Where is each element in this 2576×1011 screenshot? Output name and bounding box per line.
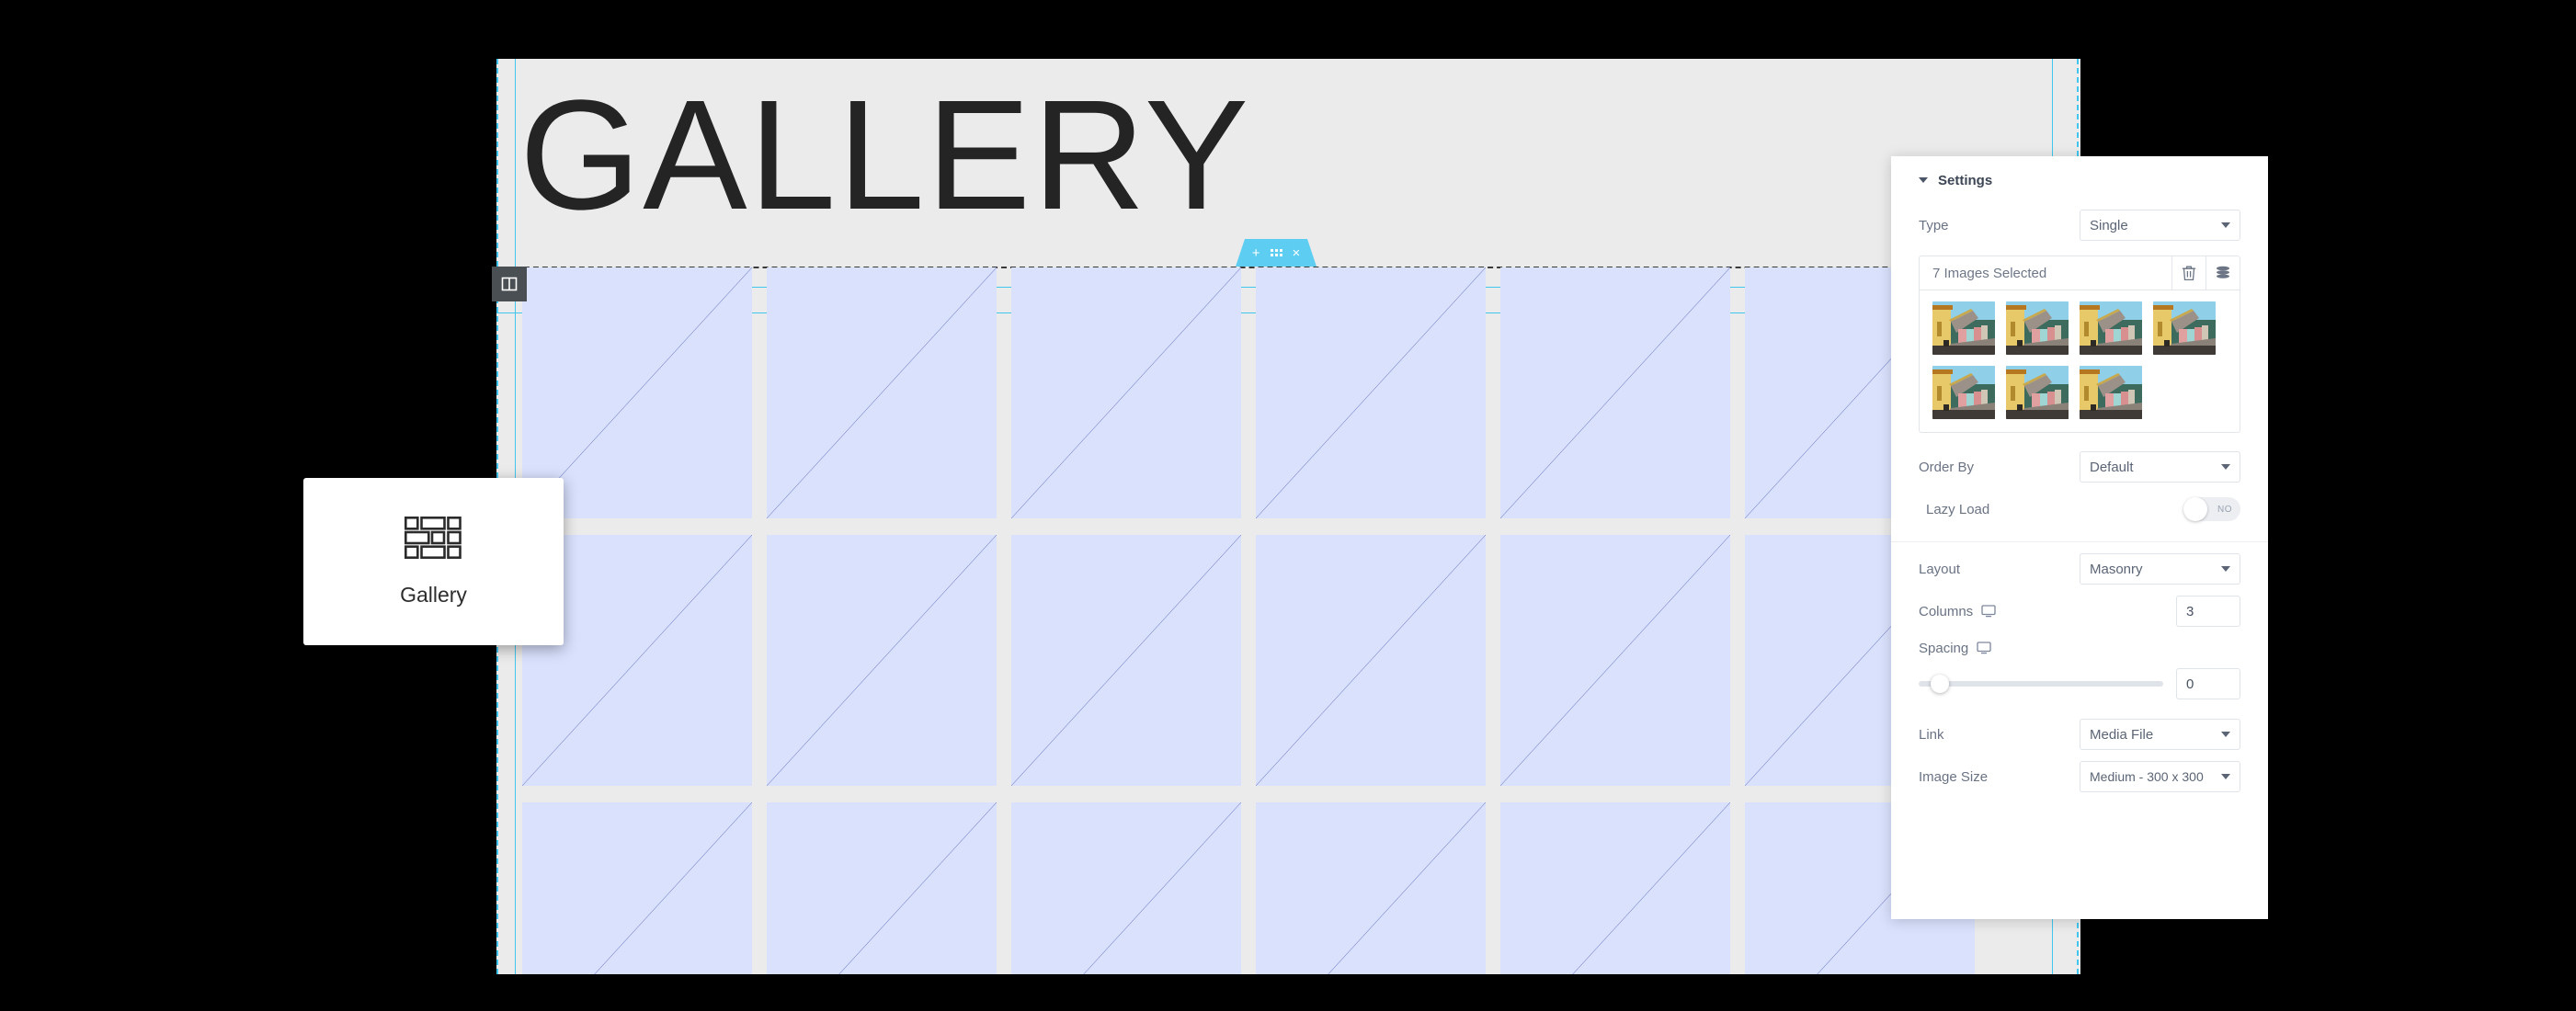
media-thumbnail-list[interactable] [1920,290,2236,432]
link-label: Link [1919,726,1944,743]
columns-icon [501,277,518,291]
gallery-image-placeholder[interactable] [522,802,752,974]
layout-label: Layout [1919,561,1961,577]
chevron-down-icon [2221,774,2230,779]
link-select-value: Media File [2090,726,2154,743]
media-thumbnail[interactable] [1932,301,1995,355]
media-picker-header: 7 Images Selected [1920,256,2240,290]
chevron-down-icon [2221,566,2230,572]
row-link: Link Media File [1891,713,2268,755]
gallery-grid[interactable] [522,267,2080,974]
media-thumbnail[interactable] [2080,301,2142,355]
spacing-label: Spacing [1919,640,1969,656]
media-count-label: 7 Images Selected [1932,265,2047,281]
spacing-slider-row: 0 [1891,664,2268,704]
gallery-image-placeholder[interactable] [767,267,997,518]
layout-select-value: Masonry [2090,561,2143,577]
hero-section[interactable]: GALLERY [496,59,2080,252]
media-delete-button[interactable] [2171,256,2206,290]
type-label: Type [1919,217,1949,233]
chevron-down-icon [2221,732,2230,737]
media-thumbnail[interactable] [2080,366,2142,419]
gallery-image-placeholder[interactable] [1500,535,1730,786]
spacing-input[interactable]: 0 [2176,668,2240,699]
gallery-image-placeholder[interactable] [1256,267,1486,518]
columns-input-value: 3 [2186,603,2194,619]
row-type: Type Single [1891,204,2268,246]
gallery-grid-row [522,802,2080,974]
media-picker[interactable]: 7 Images Selected [1919,256,2240,433]
row-columns: Columns 3 [1891,590,2268,632]
drag-section-icon[interactable] [1270,249,1282,256]
widget-card-label: Gallery [400,582,467,607]
gallery-masonry-icon [404,516,462,559]
section-toolbar[interactable]: + × [1236,239,1316,267]
monitor-icon[interactable] [1981,605,1996,618]
row-spacing: Spacing [1891,632,2268,664]
gallery-image-placeholder[interactable] [1011,267,1241,518]
gallery-image-placeholder[interactable] [1011,802,1241,974]
gallery-grid-row [522,267,2080,518]
media-thumbnail[interactable] [2006,366,2069,419]
order-by-label: Order By [1919,459,1975,475]
row-image-size: Image Size Medium - 300 x 300 [1891,755,2268,798]
row-order-by: Order By Default [1891,446,2268,488]
settings-panel-header[interactable]: Settings [1891,156,2268,204]
editor-canvas[interactable]: GALLERY [496,59,2080,974]
panel-divider [1891,541,2268,542]
close-section-icon[interactable]: × [1293,246,1301,260]
slider-knob[interactable] [1931,675,1950,693]
lazy-load-label: Lazy Load [1926,501,1990,517]
settings-panel-title: Settings [1938,172,1993,188]
gallery-image-placeholder[interactable] [767,535,997,786]
lazy-load-toggle-value: NO [2217,504,2232,515]
image-size-select[interactable]: Medium - 300 x 300 [2080,761,2240,792]
gallery-image-placeholder[interactable] [767,802,997,974]
media-thumbnail[interactable] [2006,301,2069,355]
order-by-select-value: Default [2090,459,2134,475]
chevron-down-icon [2221,464,2230,470]
gallery-grid-row [522,535,2080,786]
media-gallery-button[interactable] [2206,256,2240,290]
type-select-value: Single [2090,217,2128,233]
gallery-image-placeholder[interactable] [1500,802,1730,974]
chevron-down-icon[interactable] [1919,177,1928,183]
gallery-widget-card[interactable]: Gallery [303,478,564,645]
link-select[interactable]: Media File [2080,719,2240,750]
image-size-select-value: Medium - 300 x 300 [2090,769,2204,784]
row-lazy-load: Lazy Load NO [1891,488,2268,530]
stack-icon [2217,266,2229,278]
gallery-image-placeholder[interactable] [1500,267,1730,518]
page-title: GALLERY [519,68,1251,243]
columns-label: Columns [1919,603,1974,619]
trash-icon [2182,266,2196,281]
media-thumbnail[interactable] [1932,366,1995,419]
row-layout: Layout Masonry [1891,548,2268,590]
columns-input[interactable]: 3 [2176,596,2240,627]
layout-select[interactable]: Masonry [2080,553,2240,585]
gallery-image-placeholder[interactable] [1011,535,1241,786]
gallery-image-placeholder[interactable] [1256,802,1486,974]
settings-panel[interactable]: Settings Type Single 7 Images Selected O… [1891,156,2268,919]
monitor-icon[interactable] [1977,642,1991,654]
add-section-icon[interactable]: + [1252,246,1260,260]
spacing-input-value: 0 [2186,676,2194,692]
media-thumbnail[interactable] [2153,301,2216,355]
chevron-down-icon [2221,222,2230,228]
spacing-slider[interactable] [1919,675,2163,693]
toggle-knob [2183,497,2207,521]
lazy-load-toggle[interactable]: NO [2183,497,2240,521]
type-select[interactable]: Single [2080,210,2240,241]
image-size-label: Image Size [1919,768,1989,785]
gallery-image-placeholder[interactable] [1256,535,1486,786]
order-by-select[interactable]: Default [2080,451,2240,483]
column-handle[interactable] [492,267,527,301]
